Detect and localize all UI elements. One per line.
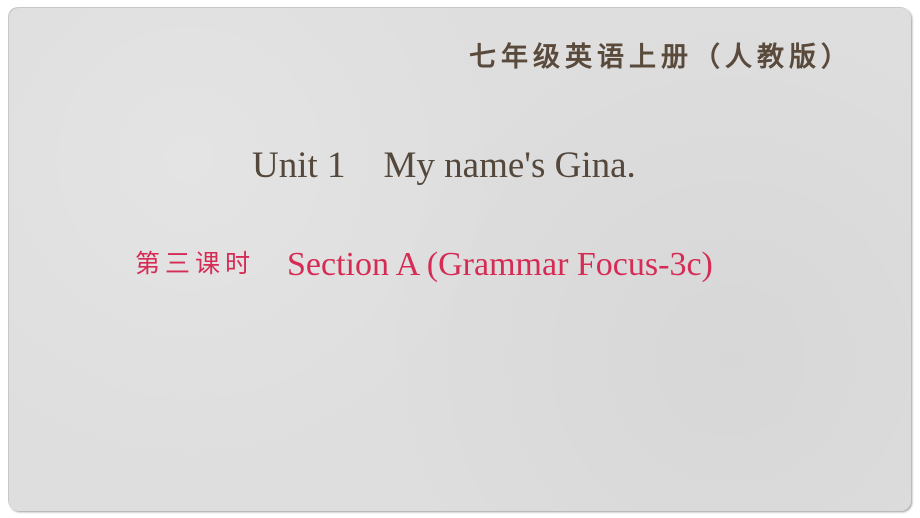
- lesson-section: Section A (Grammar Focus-3c): [287, 246, 713, 283]
- unit-label: Unit 1: [252, 145, 346, 186]
- unit-title: Unit 1 My name's Gina.: [252, 144, 636, 187]
- slide: 七年级英语上册（人教版） Unit 1 My name's Gina. 第三课时 S…: [9, 8, 911, 511]
- lesson-number: 第三课时: [135, 249, 256, 278]
- unit-name: My name's Gina.: [383, 145, 636, 186]
- book-title: 七年级英语上册（人教版）: [469, 42, 853, 73]
- lesson-subtitle: 第三课时 Section A (Grammar Focus-3c): [135, 246, 713, 284]
